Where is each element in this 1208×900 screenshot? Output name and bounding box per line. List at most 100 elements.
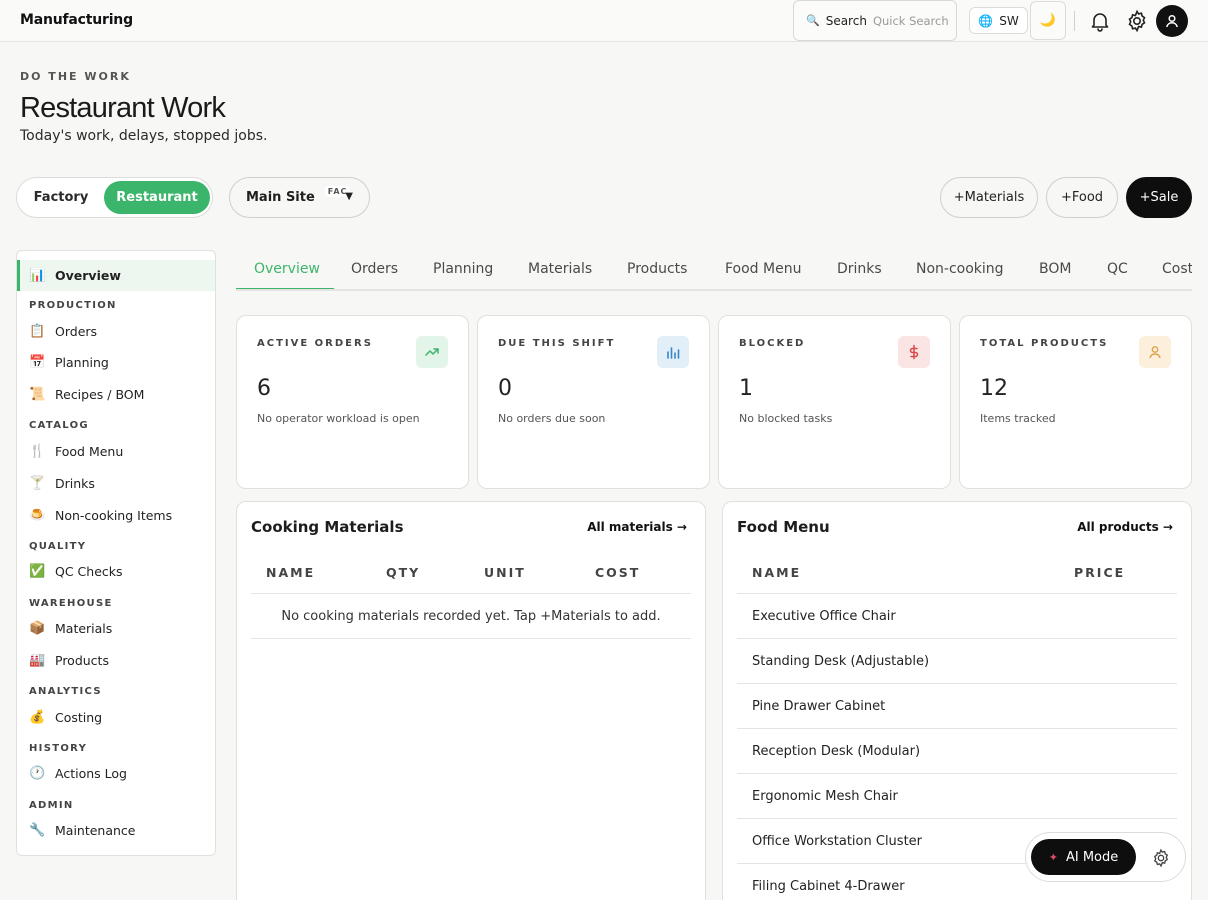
sidebar-item-products[interactable]: 🏭 Products — [17, 645, 215, 676]
panel-title: Cooking Materials — [251, 518, 404, 536]
column-header[interactable]: NAME — [266, 565, 315, 580]
cocktail-icon: 🍸 — [29, 476, 46, 491]
sidebar-item-materials[interactable]: 📦 Materials — [17, 613, 215, 644]
kpi-label: TOTAL PRODUCTS — [980, 338, 1109, 349]
bell-icon — [1091, 13, 1109, 32]
search-label: Search — [825, 13, 867, 28]
kpi-card-due-this-shift[interactable]: DUE THIS SHIFT 0 No orders due soon — [477, 315, 710, 489]
sidebar-item-label: Actions Log — [55, 766, 127, 781]
tab-planning[interactable]: Planning — [433, 261, 493, 277]
gear-icon — [1153, 848, 1169, 868]
table-row[interactable]: Standing Desk (Adjustable) — [737, 639, 1177, 684]
language-code: SW — [999, 13, 1019, 28]
settings-button[interactable] — [1125, 9, 1149, 33]
tab-non-cooking[interactable]: Non-cooking — [916, 261, 1004, 277]
kpi-label: ACTIVE ORDERS — [257, 338, 373, 349]
tab-drinks[interactable]: Drinks — [837, 261, 882, 277]
ai-mode-label: AI Mode — [1065, 849, 1119, 865]
mode-restaurant-button[interactable]: Restaurant — [104, 181, 210, 214]
divider — [1074, 11, 1075, 31]
sidebar-group-catalog: CATALOG — [29, 420, 89, 431]
all-materials-link[interactable]: All materials → — [587, 520, 687, 534]
sidebar-item-label: Food Menu — [55, 444, 124, 459]
tab-overview[interactable]: Overview — [254, 261, 320, 277]
kpi-card-active-orders[interactable]: ACTIVE ORDERS 6 No operator workload is … — [236, 315, 469, 489]
column-header[interactable]: COST — [595, 565, 640, 580]
factory-icon: 🏭 — [29, 653, 46, 668]
column-header[interactable]: NAME — [752, 565, 801, 580]
sidebar-item-costing[interactable]: 💰 Costing — [17, 702, 215, 733]
tab-bar: Overview Orders Planning Materials Produ… — [236, 250, 1192, 291]
sidebar-item-overview[interactable]: 📊 Overview — [17, 260, 215, 291]
sidebar-item-label: Materials — [55, 621, 113, 636]
tab-orders[interactable]: Orders — [351, 261, 398, 277]
theme-toggle-button[interactable]: 🌙 — [1030, 1, 1066, 40]
mode-toggle: Factory Restaurant — [16, 177, 213, 218]
table-row[interactable]: Executive Office Chair — [737, 594, 1177, 639]
tab-cost[interactable]: Cost — [1162, 261, 1192, 277]
all-products-link[interactable]: All products → — [1077, 520, 1173, 534]
sidebar-item-non-cooking[interactable]: 🍮 Non-cooking Items — [17, 500, 215, 531]
kpi-card-total-products[interactable]: TOTAL PRODUCTS 12 Items tracked — [959, 315, 1192, 489]
sidebar-item-recipes[interactable]: 📜 Recipes / BOM — [17, 379, 215, 410]
column-header[interactable]: PRICE — [1074, 565, 1125, 580]
panel-title: Food Menu — [737, 518, 830, 536]
sidebar-item-label: Drinks — [55, 476, 95, 491]
wrench-icon: 🔧 — [29, 823, 46, 838]
mode-factory-button[interactable]: Factory — [21, 181, 101, 214]
kpi-card-blocked[interactable]: BLOCKED 1 No blocked tasks — [718, 315, 951, 489]
avatar[interactable] — [1156, 5, 1188, 37]
page-eyebrow: DO THE WORK — [20, 70, 131, 83]
search-input[interactable]: 🔍 Search Quick Search — [793, 0, 957, 41]
sidebar-item-orders[interactable]: 📋 Orders — [17, 316, 215, 347]
table-row[interactable]: Reception Desk (Modular) — [737, 729, 1177, 774]
ai-mode-widget: ✦ AI Mode — [1025, 832, 1186, 882]
clock-icon: 🕐 — [29, 766, 46, 781]
add-food-button[interactable]: +Food — [1046, 177, 1118, 218]
column-header[interactable]: UNIT — [484, 565, 526, 580]
sidebar-item-label: Non-cooking Items — [55, 508, 173, 523]
language-selector[interactable]: 🌐 SW — [969, 7, 1028, 34]
table-header: NAME PRICE — [737, 557, 1177, 594]
add-materials-button[interactable]: +Materials — [940, 177, 1038, 218]
ai-mode-button[interactable]: ✦ AI Mode — [1031, 839, 1136, 875]
site-selector[interactable]: Main Site FAC ▼ — [229, 177, 370, 218]
table-row[interactable]: Ergonomic Mesh Chair — [737, 774, 1177, 819]
sidebar-item-label: Costing — [55, 710, 103, 725]
sidebar-item-planning[interactable]: 📅 Planning — [17, 347, 215, 378]
pudding-icon: 🍮 — [29, 508, 46, 523]
sidebar-item-food-menu[interactable]: 🍴 Food Menu — [17, 436, 215, 467]
globe-icon: 🌐 — [978, 13, 994, 28]
column-header[interactable]: QTY — [386, 565, 420, 580]
sidebar-item-label: Products — [55, 653, 109, 668]
tab-food-menu[interactable]: Food Menu — [725, 261, 801, 277]
sparkle-icon: ✦ — [1048, 850, 1058, 864]
app-brand[interactable]: Manufacturing — [20, 12, 133, 28]
tab-materials[interactable]: Materials — [528, 261, 592, 277]
tab-products[interactable]: Products — [627, 261, 687, 277]
chart-icon: 📊 — [29, 268, 46, 283]
cooking-materials-panel: Cooking Materials All materials → NAME Q… — [236, 501, 706, 900]
site-name: Main Site — [246, 190, 315, 205]
ai-settings-button[interactable] — [1151, 848, 1171, 868]
sidebar-item-drinks[interactable]: 🍸 Drinks — [17, 468, 215, 499]
top-bar: Manufacturing 🔍 Search Quick Search 🌐 SW… — [0, 0, 1208, 42]
page-subtitle: Today's work, delays, stopped jobs. — [20, 128, 268, 144]
sidebar-item-actions-log[interactable]: 🕐 Actions Log — [17, 758, 215, 789]
calendar-icon: 📅 — [29, 355, 46, 370]
trend-up-icon — [416, 336, 448, 368]
user-icon — [1139, 336, 1171, 368]
page-title: Restaurant Work — [20, 92, 226, 124]
sidebar-item-qc-checks[interactable]: ✅ QC Checks — [17, 556, 215, 587]
user-icon — [1166, 14, 1178, 28]
tab-qc[interactable]: QC — [1107, 261, 1128, 277]
kpi-value: 6 — [257, 376, 271, 401]
sidebar-item-maintenance[interactable]: 🔧 Maintenance — [17, 815, 215, 846]
empty-state-message: No cooking materials recorded yet. Tap +… — [251, 594, 691, 639]
tab-bom[interactable]: BOM — [1039, 261, 1071, 277]
notifications-button[interactable] — [1088, 9, 1112, 33]
sidebar-group-analytics: ANALYTICS — [29, 686, 102, 697]
sidebar-item-label: Maintenance — [55, 823, 136, 838]
add-sale-button[interactable]: +Sale — [1126, 177, 1192, 218]
table-row[interactable]: Pine Drawer Cabinet — [737, 684, 1177, 729]
